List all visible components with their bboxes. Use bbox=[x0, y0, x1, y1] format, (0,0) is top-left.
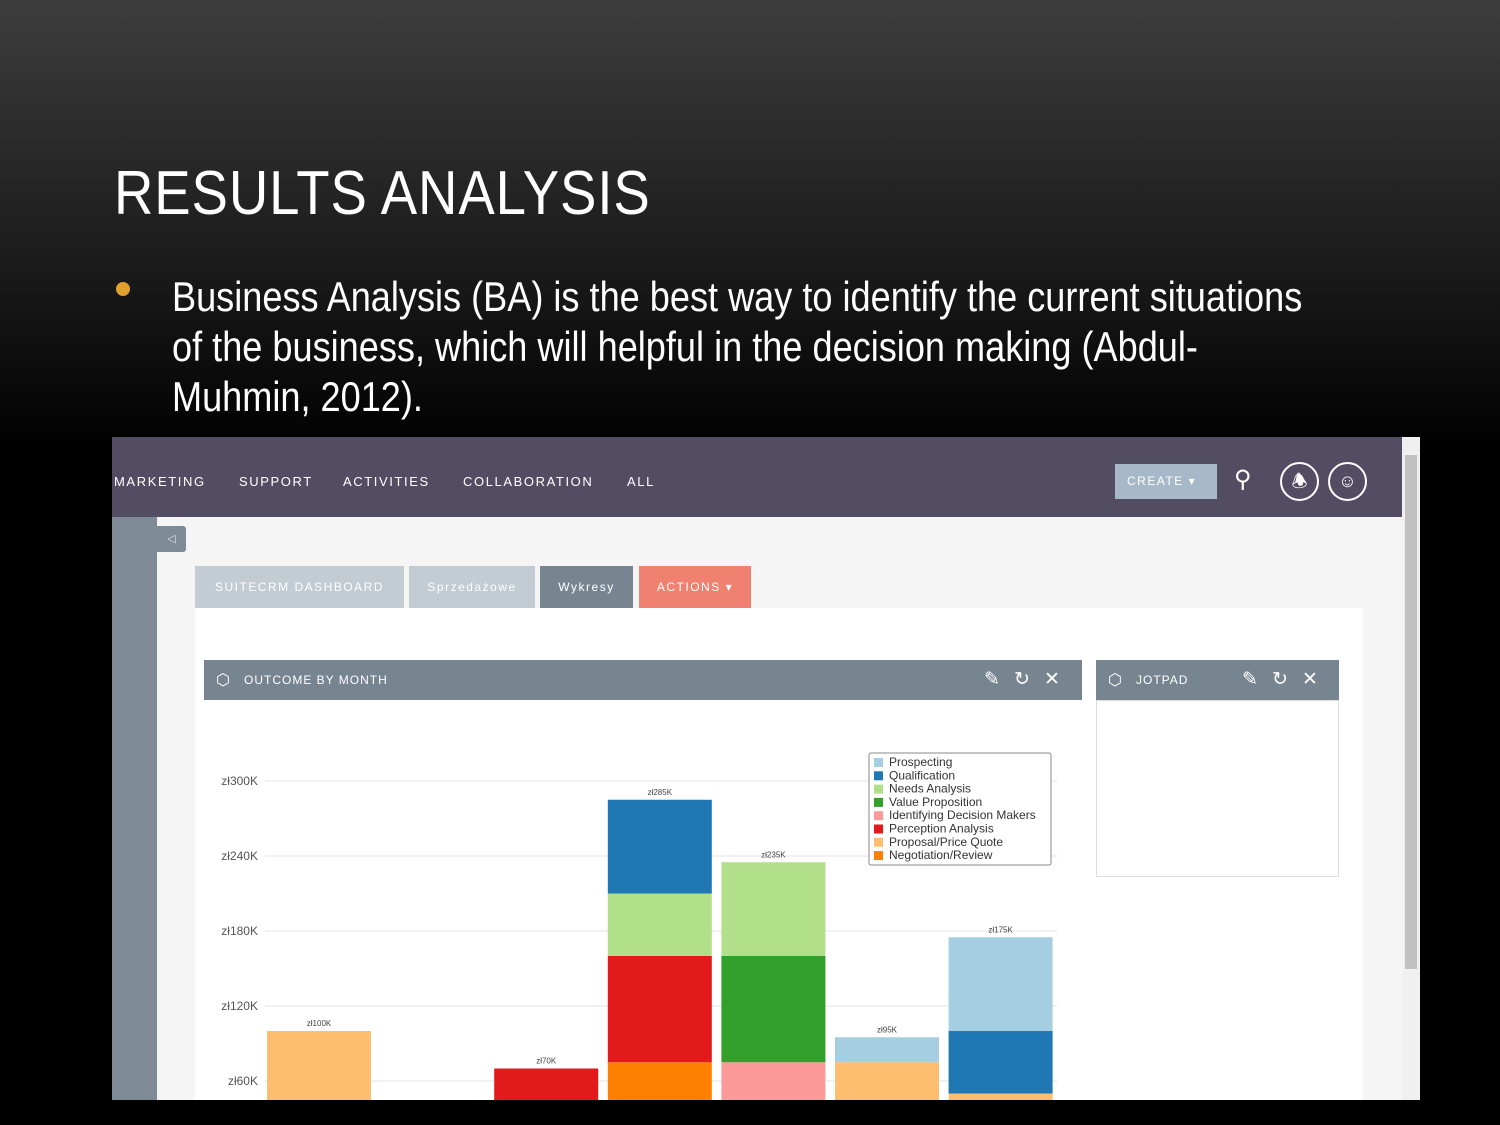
legend-swatch bbox=[874, 824, 883, 834]
legend-swatch bbox=[874, 784, 883, 794]
legend-swatch bbox=[874, 851, 883, 861]
legend-label: Perception Analysis bbox=[889, 822, 994, 836]
bar-total-label: zł70K bbox=[536, 1057, 557, 1066]
y-tick-label: zł240K bbox=[221, 849, 258, 863]
legend-label: Needs Analysis bbox=[889, 782, 971, 796]
crm-screenshot: MARKETING SUPPORT ACTIVITIES COLLABORATI… bbox=[112, 437, 1420, 1100]
bar-segment bbox=[607, 956, 712, 1063]
nav-marketing[interactable]: MARKETING bbox=[114, 474, 206, 489]
jotpad-dashlet-header: ⬡ JOTPAD ✎ ↻ ✕ bbox=[1096, 660, 1339, 700]
bar-total-label: zł285K bbox=[648, 788, 673, 797]
legend-label: Prospecting bbox=[889, 755, 952, 769]
nav-activities[interactable]: ACTIVITIES bbox=[343, 474, 430, 489]
legend-swatch bbox=[874, 837, 883, 847]
tab-suitecrm-dashboard[interactable]: SUITECRM DASHBOARD bbox=[195, 566, 404, 608]
bar-total-label: zł95K bbox=[877, 1025, 898, 1034]
bar-segment bbox=[267, 1031, 371, 1100]
refresh-icon[interactable]: ↻ bbox=[1272, 668, 1289, 691]
bar-segment bbox=[607, 1062, 712, 1100]
cube-icon: ⬡ bbox=[216, 672, 231, 689]
bar-segment bbox=[835, 1062, 939, 1100]
bar-segment bbox=[721, 862, 826, 956]
tab-wykresy[interactable]: Wykresy bbox=[540, 566, 633, 608]
sidebar bbox=[112, 517, 157, 1100]
bell-icon[interactable]: 🕭 bbox=[1280, 462, 1319, 501]
bar-segment bbox=[494, 1068, 599, 1100]
edit-icon[interactable]: ✎ bbox=[984, 668, 1001, 691]
legend-label: Identifying Decision Makers bbox=[889, 808, 1036, 822]
nav-collaboration[interactable]: COLLABORATION bbox=[463, 474, 593, 489]
bar-total-label: zł100K bbox=[307, 1019, 332, 1028]
y-tick-label: zł120K bbox=[221, 999, 258, 1013]
close-icon[interactable]: ✕ bbox=[1302, 668, 1319, 691]
close-icon[interactable]: ✕ bbox=[1044, 668, 1061, 691]
slide-title: RESULTS ANALYSIS bbox=[114, 159, 651, 228]
bullet-dot bbox=[116, 282, 130, 296]
bar-segment bbox=[721, 956, 826, 1063]
bullet-text: Business Analysis (BA) is the best way t… bbox=[172, 273, 1303, 420]
y-tick-label: zł60K bbox=[228, 1074, 258, 1088]
bar-segment bbox=[948, 1093, 1053, 1100]
y-tick-label: zł180K bbox=[221, 924, 258, 938]
legend-swatch bbox=[874, 771, 883, 781]
bar-segment bbox=[948, 1031, 1053, 1094]
legend-label: Value Proposition bbox=[889, 795, 982, 809]
legend-label: Negotiation/Review bbox=[889, 848, 993, 862]
search-icon[interactable]: ⚲ bbox=[1234, 465, 1252, 494]
outcome-chart: zł60Kzł120Kzł180Kzł240Kzł300Kzł100Kzł10K… bbox=[221, 752, 1057, 1100]
bar-segment bbox=[948, 937, 1053, 1031]
top-nav: MARKETING SUPPORT ACTIVITIES COLLABORATI… bbox=[112, 437, 1402, 517]
scrollbar-thumb[interactable] bbox=[1405, 455, 1417, 969]
edit-icon[interactable]: ✎ bbox=[1242, 668, 1259, 691]
legend-swatch bbox=[874, 811, 883, 821]
bar-segment bbox=[721, 1062, 826, 1100]
nav-all[interactable]: ALL bbox=[627, 474, 655, 489]
bar-segment bbox=[835, 1037, 939, 1063]
actions-button[interactable]: ACTIONS ▾ bbox=[639, 566, 751, 608]
dashlet-title: JOTPAD bbox=[1136, 673, 1189, 687]
nav-support[interactable]: SUPPORT bbox=[239, 474, 313, 489]
jotpad-area[interactable] bbox=[1096, 700, 1339, 877]
refresh-icon[interactable]: ↻ bbox=[1014, 668, 1031, 691]
collapse-sidebar-icon[interactable]: ◁ bbox=[157, 526, 186, 552]
legend-swatch bbox=[874, 797, 883, 807]
cube-icon: ⬡ bbox=[1108, 672, 1123, 689]
y-tick-label: zł300K bbox=[221, 774, 258, 788]
tab-sprzedazowe[interactable]: Sprzedażowe bbox=[409, 566, 535, 608]
bar-segment bbox=[607, 893, 712, 956]
bar-segment bbox=[607, 799, 712, 894]
legend-label: Qualification bbox=[889, 768, 955, 782]
bar-total-label: zł175K bbox=[988, 925, 1013, 934]
legend-label: Proposal/Price Quote bbox=[889, 835, 1003, 849]
outcome-dashlet-header: ⬡ OUTCOME BY MONTH ✎ ↻ ✕ bbox=[204, 660, 1082, 700]
dashlet-title: OUTCOME BY MONTH bbox=[244, 673, 388, 687]
bar-total-label: zł235K bbox=[761, 850, 786, 859]
create-button[interactable]: CREATE ▾ bbox=[1115, 464, 1217, 499]
legend-swatch bbox=[874, 758, 883, 767]
user-icon[interactable]: ☺ bbox=[1328, 462, 1367, 501]
